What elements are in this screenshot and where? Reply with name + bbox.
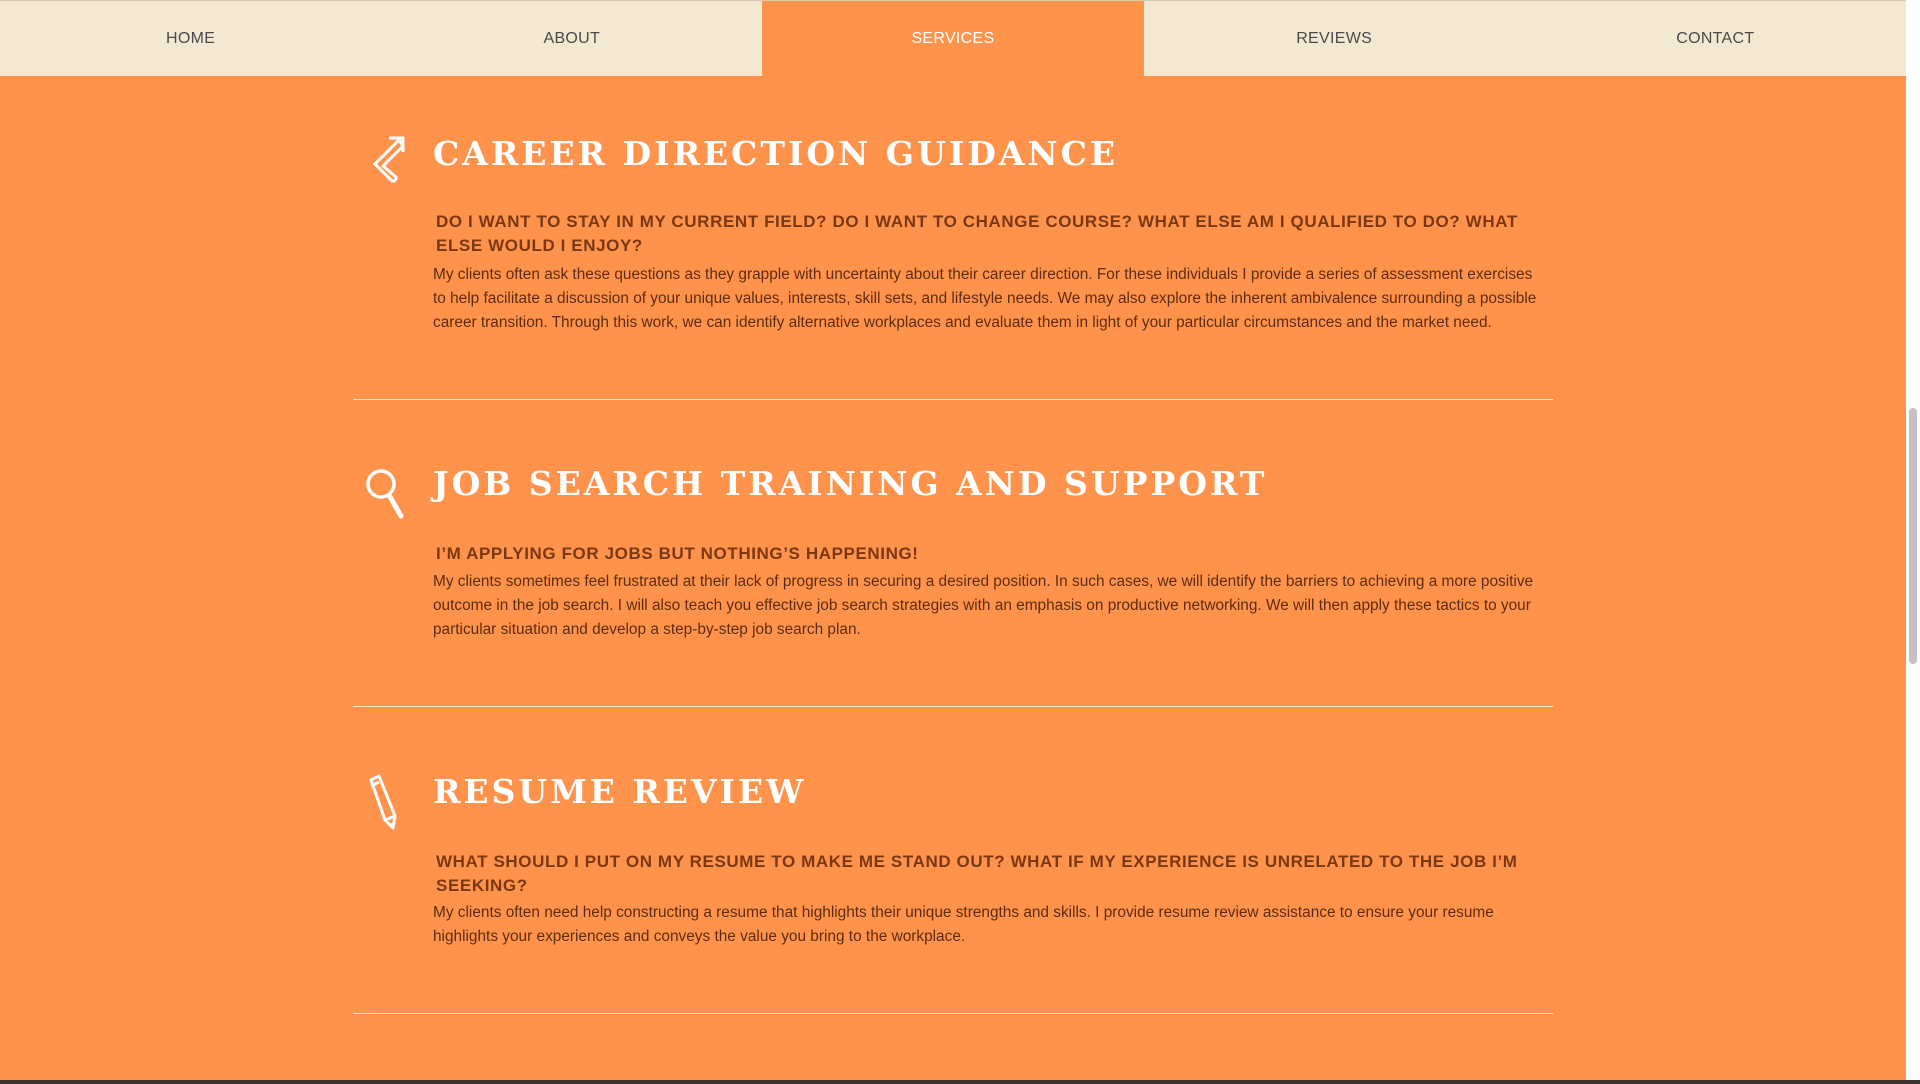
window-bottom-edge [0, 1080, 1920, 1084]
nav-item-about[interactable]: ABOUT [381, 1, 762, 77]
section-divider [353, 1013, 1553, 1014]
pencil-icon [369, 774, 397, 830]
nav-item-services[interactable]: SERVICES [762, 1, 1144, 77]
section-body: My clients sometimes feel frustrated at … [433, 573, 1534, 638]
section-body: My clients often need help constructing … [433, 904, 1494, 945]
services-page: HOME ABOUT SERVICES REVIEWS CONTACT CARE… [0, 0, 1906, 1080]
section-question: DO I WANT TO STAY IN MY CURRENT FIELD? D… [436, 212, 1518, 255]
section-title: JOB SEARCH TRAINING AND SUPPORT [433, 464, 1268, 503]
vertical-scrollbar[interactable] [1906, 0, 1920, 1080]
service-resume-review: RESUME REVIEW WHAT SHOULD I PUT ON MY RE… [353, 768, 1553, 968]
nav-item-home[interactable]: HOME [0, 1, 381, 77]
nav-item-contact[interactable]: CONTACT [1525, 1, 1906, 77]
service-job-search: JOB SEARCH TRAINING AND SUPPORT I’M APPL… [353, 460, 1553, 660]
nav-item-reviews[interactable]: REVIEWS [1144, 1, 1525, 77]
magnifier-icon [366, 469, 404, 519]
section-divider [353, 399, 1553, 400]
section-question: WHAT SHOULD I PUT ON MY RESUME TO MAKE M… [436, 852, 1518, 895]
arrow-icon [372, 136, 405, 184]
section-divider [353, 706, 1553, 707]
section-title: CAREER DIRECTION GUIDANCE [433, 134, 1119, 173]
scrollbar-thumb[interactable] [1909, 408, 1917, 664]
top-navigation: HOME ABOUT SERVICES REVIEWS CONTACT [0, 0, 1906, 77]
service-career-direction: CAREER DIRECTION GUIDANCE DO I WANT TO S… [353, 128, 1553, 358]
section-title: RESUME REVIEW [433, 772, 807, 811]
section-question: I’M APPLYING FOR JOBS BUT NOTHING’S HAPP… [436, 544, 919, 563]
section-body: My clients often ask these questions as … [433, 266, 1537, 331]
